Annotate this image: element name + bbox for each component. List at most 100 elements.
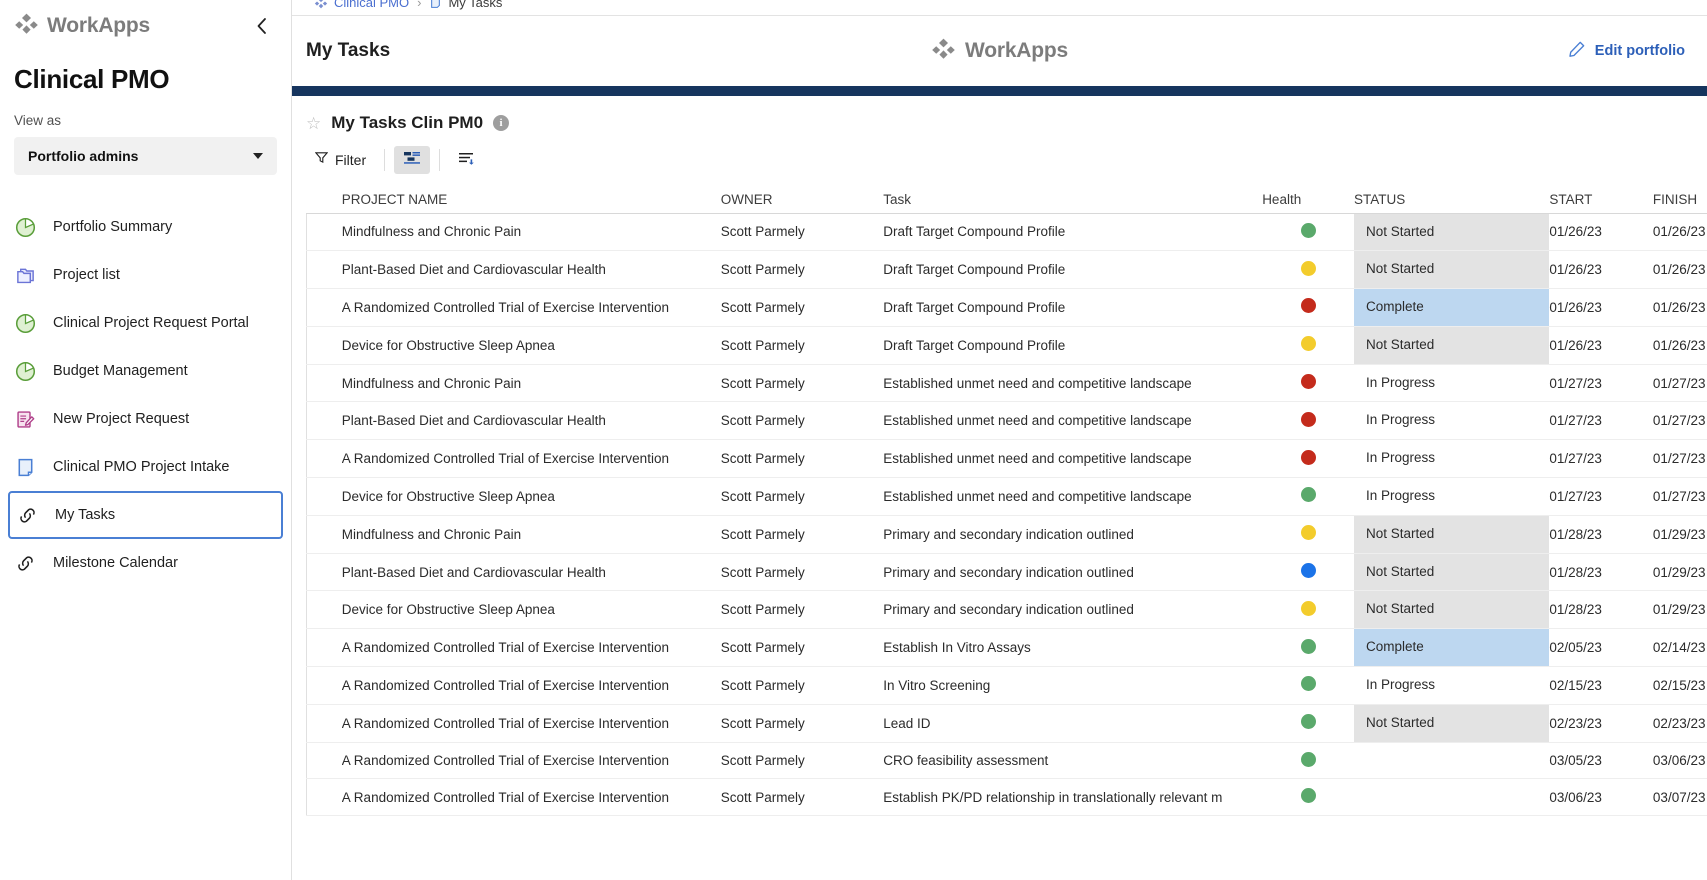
cell-start[interactable]: 01/28/23	[1549, 553, 1653, 591]
cell-status[interactable]: Not Started	[1354, 515, 1549, 553]
cell-start[interactable]: 02/05/23	[1549, 629, 1653, 667]
cell-status[interactable]: In Progress	[1354, 667, 1549, 705]
cell-finish[interactable]: 01/27/23	[1653, 364, 1707, 402]
cell-task[interactable]: Establish PK/PD relationship in translat…	[883, 779, 1262, 816]
cell-owner[interactable]: Scott Parmely	[721, 478, 883, 516]
view-as-select[interactable]: Portfolio admins	[14, 137, 277, 175]
cell-owner[interactable]: Scott Parmely	[721, 742, 883, 779]
cell-task[interactable]: Primary and secondary indication outline…	[883, 515, 1262, 553]
table-row[interactable]: A Randomized Controlled Trial of Exercis…	[307, 779, 1707, 816]
cell-task[interactable]: Primary and secondary indication outline…	[883, 591, 1262, 629]
cell-status[interactable]	[1354, 779, 1549, 816]
table-row[interactable]: A Randomized Controlled Trial of Exercis…	[307, 440, 1707, 478]
cell-health[interactable]	[1262, 553, 1354, 591]
cell-health[interactable]	[1262, 629, 1354, 667]
cell-owner[interactable]: Scott Parmely	[721, 779, 883, 816]
cell-owner[interactable]: Scott Parmely	[721, 402, 883, 440]
table-row[interactable]: Mindfulness and Chronic PainScott Parmel…	[307, 213, 1707, 251]
cell-project[interactable]: Device for Obstructive Sleep Apnea	[342, 591, 721, 629]
cell-start[interactable]: 03/05/23	[1549, 742, 1653, 779]
column-header-finish[interactable]: FINISH	[1653, 180, 1707, 213]
cell-task[interactable]: Draft Target Compound Profile	[883, 289, 1262, 327]
cell-project[interactable]: A Randomized Controlled Trial of Exercis…	[342, 742, 721, 779]
cell-task[interactable]: Draft Target Compound Profile	[883, 251, 1262, 289]
cell-finish[interactable]: 01/26/23	[1653, 213, 1707, 251]
table-row[interactable]: A Randomized Controlled Trial of Exercis…	[307, 704, 1707, 742]
cell-owner[interactable]: Scott Parmely	[721, 629, 883, 667]
table-row[interactable]: Plant-Based Diet and Cardiovascular Heal…	[307, 251, 1707, 289]
cell-health[interactable]	[1262, 704, 1354, 742]
cell-status[interactable]: Not Started	[1354, 704, 1549, 742]
cell-task[interactable]: Established unmet need and competitive l…	[883, 440, 1262, 478]
table-row[interactable]: Device for Obstructive Sleep ApneaScott …	[307, 478, 1707, 516]
table-row[interactable]: Device for Obstructive Sleep ApneaScott …	[307, 591, 1707, 629]
cell-finish[interactable]: 01/29/23	[1653, 515, 1707, 553]
cell-finish[interactable]: 03/06/23	[1653, 742, 1707, 779]
cell-start[interactable]: 01/27/23	[1549, 402, 1653, 440]
cell-task[interactable]: Established unmet need and competitive l…	[883, 364, 1262, 402]
cell-health[interactable]	[1262, 440, 1354, 478]
cell-task[interactable]: Establish In Vitro Assays	[883, 629, 1262, 667]
column-header-health[interactable]: Health	[1262, 180, 1354, 213]
cell-status[interactable]: In Progress	[1354, 364, 1549, 402]
cell-owner[interactable]: Scott Parmely	[721, 591, 883, 629]
table-row[interactable]: A Randomized Controlled Trial of Exercis…	[307, 289, 1707, 327]
cell-health[interactable]	[1262, 364, 1354, 402]
cell-owner[interactable]: Scott Parmely	[721, 289, 883, 327]
cell-finish[interactable]: 01/26/23	[1653, 289, 1707, 327]
cell-project[interactable]: A Randomized Controlled Trial of Exercis…	[342, 629, 721, 667]
cell-start[interactable]: 01/27/23	[1549, 440, 1653, 478]
cell-start[interactable]: 01/26/23	[1549, 251, 1653, 289]
cell-task[interactable]: Primary and secondary indication outline…	[883, 553, 1262, 591]
cell-project[interactable]: Plant-Based Diet and Cardiovascular Heal…	[342, 553, 721, 591]
sidebar-item-clinical-pmo-project-intake[interactable]: Clinical PMO Project Intake	[0, 443, 291, 491]
info-icon[interactable]: i	[493, 115, 509, 131]
sidebar-item-portfolio-summary[interactable]: Portfolio Summary	[0, 203, 291, 251]
cell-health[interactable]	[1262, 478, 1354, 516]
cell-finish[interactable]: 03/07/23	[1653, 779, 1707, 816]
cell-task[interactable]: Established unmet need and competitive l…	[883, 402, 1262, 440]
cell-task[interactable]: CRO feasibility assessment	[883, 742, 1262, 779]
cell-health[interactable]	[1262, 742, 1354, 779]
cell-project[interactable]: Mindfulness and Chronic Pain	[342, 515, 721, 553]
sidebar-item-project-list[interactable]: Project list	[0, 251, 291, 299]
table-row[interactable]: Mindfulness and Chronic PainScott Parmel…	[307, 364, 1707, 402]
cell-project[interactable]: A Randomized Controlled Trial of Exercis…	[342, 779, 721, 816]
sidebar-item-my-tasks[interactable]: My Tasks	[8, 491, 283, 539]
cell-task[interactable]: Lead ID	[883, 704, 1262, 742]
cell-health[interactable]	[1262, 402, 1354, 440]
cell-project[interactable]: Plant-Based Diet and Cardiovascular Heal…	[342, 402, 721, 440]
cell-health[interactable]	[1262, 667, 1354, 705]
cell-project[interactable]: A Randomized Controlled Trial of Exercis…	[342, 667, 721, 705]
table-row[interactable]: Device for Obstructive Sleep ApneaScott …	[307, 326, 1707, 364]
cell-owner[interactable]: Scott Parmely	[721, 364, 883, 402]
cell-task[interactable]: Draft Target Compound Profile	[883, 213, 1262, 251]
sidebar-item-new-project-request[interactable]: New Project Request	[0, 395, 291, 443]
cell-status[interactable]: In Progress	[1354, 478, 1549, 516]
cell-health[interactable]	[1262, 779, 1354, 816]
cell-finish[interactable]: 02/14/23	[1653, 629, 1707, 667]
cell-task[interactable]: Established unmet need and competitive l…	[883, 478, 1262, 516]
breadcrumb-root[interactable]: Clinical PMO	[314, 0, 409, 10]
cell-owner[interactable]: Scott Parmely	[721, 440, 883, 478]
cell-start[interactable]: 01/26/23	[1549, 326, 1653, 364]
sort-button[interactable]	[449, 146, 485, 174]
cell-task[interactable]: Draft Target Compound Profile	[883, 326, 1262, 364]
cell-status[interactable]: Not Started	[1354, 213, 1549, 251]
cell-project[interactable]: Plant-Based Diet and Cardiovascular Heal…	[342, 251, 721, 289]
table-row[interactable]: Plant-Based Diet and Cardiovascular Heal…	[307, 553, 1707, 591]
sidebar-item-budget-management[interactable]: Budget Management	[0, 347, 291, 395]
cell-owner[interactable]: Scott Parmely	[721, 515, 883, 553]
cell-start[interactable]: 01/27/23	[1549, 478, 1653, 516]
cell-start[interactable]: 01/28/23	[1549, 515, 1653, 553]
filter-button[interactable]: Filter	[306, 146, 375, 174]
row-height-button[interactable]	[394, 146, 430, 174]
table-row[interactable]: A Randomized Controlled Trial of Exercis…	[307, 742, 1707, 779]
cell-finish[interactable]: 02/15/23	[1653, 667, 1707, 705]
cell-health[interactable]	[1262, 515, 1354, 553]
cell-task[interactable]: In Vitro Screening	[883, 667, 1262, 705]
cell-status[interactable]: Not Started	[1354, 251, 1549, 289]
cell-finish[interactable]: 01/29/23	[1653, 591, 1707, 629]
star-outline-icon[interactable]: ☆	[306, 115, 321, 132]
table-row[interactable]: Plant-Based Diet and Cardiovascular Heal…	[307, 402, 1707, 440]
